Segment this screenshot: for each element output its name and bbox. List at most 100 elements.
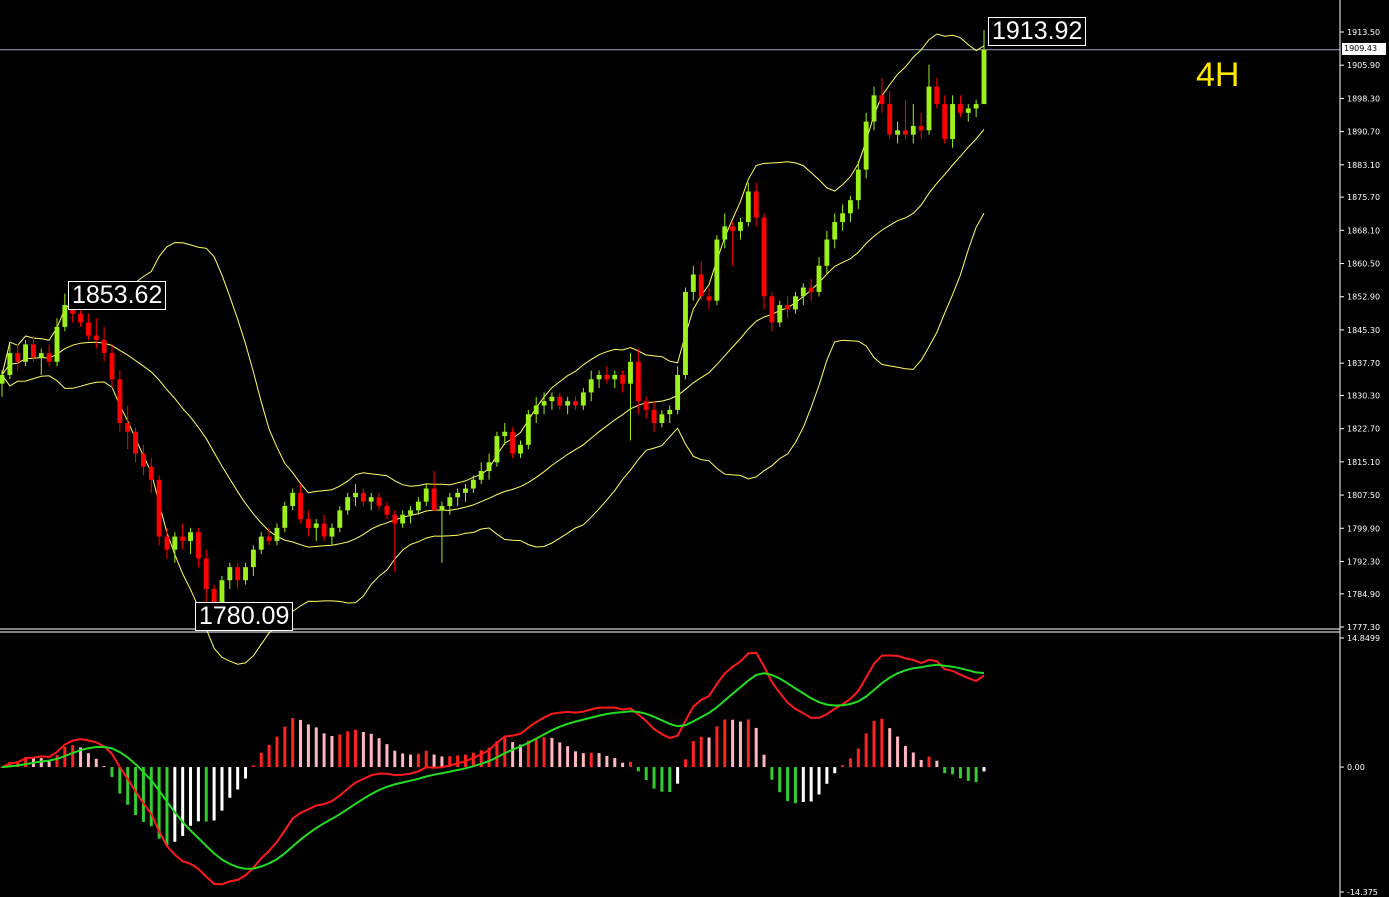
macd-histogram-bar [259,752,263,768]
macd-histogram-bar [699,736,703,768]
macd-histogram-bar [401,753,405,768]
candle-body [15,353,21,362]
macd-histogram-bar [377,738,381,768]
candle-body [368,497,374,502]
candle-body [463,488,468,493]
candle-body [643,401,649,410]
candle-body [227,567,233,581]
price-tick-label: 1890.70 [1347,128,1380,137]
macd-histogram-bar [676,767,680,784]
candle-body [337,510,343,528]
macd-histogram-bar [291,717,295,768]
candle-body [455,492,461,498]
macd-histogram-bar [409,754,413,768]
macd-histogram-bar [636,767,640,772]
macd-histogram-bar [927,756,931,768]
candle-body [408,510,413,515]
candle-body [714,239,720,301]
macd-histogram-bar [165,767,169,846]
candle-body [258,536,264,550]
macd-histogram-bar [416,753,420,768]
candle-body [329,527,335,537]
price-tick-label: 1777.30 [1347,623,1380,632]
price-axis: 1913.50 1905.90 1898.30 1890.70 1883.10 1875.… [0,0,1380,897]
candle-body [635,361,641,402]
price-tick-label: 1830.30 [1347,391,1380,400]
candle-body [250,549,256,568]
macd-histogram-bar [825,767,829,784]
macd-histogram-bar [613,758,617,768]
macd-histogram-bar [660,767,664,792]
candle-body [848,200,853,214]
candle-body [596,374,602,380]
macd-histogram-bar [118,767,122,794]
candle-body [565,401,571,406]
low-price-label: 1780.09 [195,602,294,631]
candle-body [38,353,44,358]
candle-body [588,379,594,393]
candle-body [109,353,115,380]
macd-histogram-bar [558,742,562,768]
candle-body [824,239,830,266]
candle-body [353,492,358,498]
macd-histogram-bar [888,728,892,768]
candle-body [140,453,146,467]
candle-body [965,108,971,113]
candle-body [156,479,162,537]
macd-histogram-bar [495,741,499,768]
candle-body [777,305,783,323]
macd-histogram-bar [731,719,735,768]
price-tick-label: 1883.10 [1347,161,1380,170]
macd-histogram-bar [330,735,334,768]
high-price-label: 1913.92 [988,17,1087,46]
candle-body [580,392,586,406]
candle-body [211,588,217,603]
macd-tick-label: 0.00 [1347,763,1365,772]
macd-panel [0,651,986,886]
macd-histogram-bar [275,736,279,768]
left-high-price-label: 1853.62 [68,281,167,310]
macd-histogram-bar [196,767,200,822]
candle-body [675,374,681,410]
candle-body [54,326,60,362]
macd-histogram-bar [550,737,554,768]
candle-body [957,104,963,113]
macd-histogram-bar [966,767,970,781]
macd-histogram-bar [738,721,742,768]
candle-body [518,444,523,454]
candle-body [745,191,751,223]
macd-histogram-bar [974,767,978,783]
macd-histogram-bar [566,746,570,768]
macd-histogram-bar [856,748,860,768]
candle-body [533,405,539,415]
candle-body [541,401,547,406]
candle-body [494,436,500,463]
candle-body [525,414,531,445]
candle-body [910,125,916,135]
candle-body [7,353,13,375]
candle-body [926,86,932,131]
price-tick-label: 1837.70 [1347,359,1380,368]
price-tick-label: 1868.10 [1347,226,1380,235]
candle-body [23,344,29,362]
candle-body [840,213,846,223]
price-tick-label: 1898.30 [1347,94,1380,103]
candle-body [895,130,901,135]
macd-histogram-bar [793,767,797,804]
candle-body [0,374,5,384]
candle-body [133,431,138,454]
candle-body [298,492,303,520]
price-tick-label: 1815.10 [1347,458,1380,467]
candle-body [274,527,280,541]
macd-histogram-bar [715,726,719,768]
candle-body [93,335,99,340]
price-tick-label: 1875.70 [1347,193,1380,202]
price-chart: 1913.50 1905.90 1898.30 1890.70 1883.10 1875.… [0,0,1380,897]
macd-histogram-bar [707,737,711,768]
macd-histogram-bar [94,758,98,768]
macd-histogram-bar [801,767,805,802]
macd-histogram-bar [361,732,365,768]
macd-histogram-bar [919,759,923,768]
candle-body [195,532,201,559]
candle-body [690,274,696,292]
